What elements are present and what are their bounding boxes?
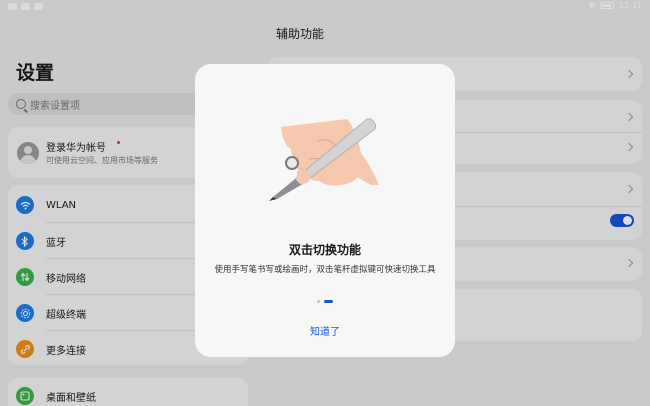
dialog-title: 双击切换功能 — [288, 243, 361, 257]
stylus-tip-dialog: 双击切换功能 使用手写笔书写或绘画时，双击笔杆虚拟键可快速切换工具 知道了 — [195, 64, 455, 357]
page-dot[interactable] — [317, 300, 320, 303]
page-indicator — [195, 300, 455, 303]
confirm-button[interactable]: 知道了 — [285, 323, 365, 338]
stylus-hand-illustration — [269, 118, 379, 201]
dialog-description: 使用手写笔书写或绘画时，双击笔杆虚拟键可快速切换工具 — [214, 265, 436, 275]
page-dot-active[interactable] — [324, 300, 333, 303]
